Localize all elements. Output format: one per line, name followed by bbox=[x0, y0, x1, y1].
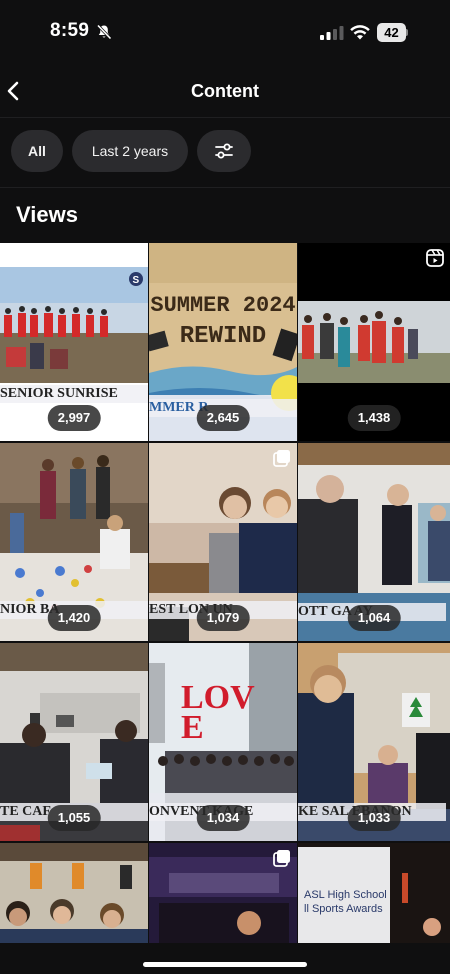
sliders-icon bbox=[215, 143, 233, 159]
view-count-badge: 2,645 bbox=[196, 405, 250, 431]
content-tile[interactable]: TE CAF 1,055 bbox=[0, 643, 148, 841]
filter-all-chip[interactable]: All bbox=[11, 130, 63, 172]
home-indicator[interactable] bbox=[143, 962, 307, 967]
battery-indicator: 42 bbox=[377, 23, 408, 42]
tile-title-line2: REWIND bbox=[179, 323, 267, 350]
filter-bar: All Last 2 years bbox=[0, 118, 450, 188]
tile-text-line2: ll Sports Awards bbox=[304, 903, 383, 915]
carousel-icon bbox=[273, 850, 290, 867]
svg-text:S: S bbox=[133, 275, 140, 286]
tile-caption: SENIOR SUNRISE bbox=[0, 385, 148, 403]
content-tile[interactable]: EST LON UN 1,079 bbox=[149, 443, 297, 641]
content-tile[interactable]: NIOR BA 1,420 bbox=[0, 443, 148, 641]
content-tile[interactable]: S SENIOR SUNRISE 2,997 bbox=[0, 243, 148, 441]
wifi-icon bbox=[350, 25, 370, 40]
view-count-badge: 1,420 bbox=[47, 605, 101, 631]
battery-level: 42 bbox=[377, 23, 406, 42]
tile-title-line1: SUMMER 2024 bbox=[150, 293, 296, 318]
section-title: Views bbox=[16, 202, 78, 227]
content-tile[interactable] bbox=[149, 843, 297, 943]
content-tile[interactable]: 1,438 bbox=[298, 243, 450, 441]
view-count-badge: 1,438 bbox=[347, 405, 401, 431]
content-tile[interactable] bbox=[0, 843, 148, 943]
nav-header: Content bbox=[0, 64, 450, 118]
content-tile[interactable]: OTT GA AY 1,064 bbox=[298, 443, 450, 641]
status-bar: 8:59 42 bbox=[0, 0, 450, 64]
content-tile[interactable]: SUMMER 2024 REWIND MMER R 2,645 bbox=[149, 243, 297, 441]
view-count-badge: 1,033 bbox=[347, 805, 401, 831]
view-count-badge: 1,034 bbox=[196, 805, 250, 831]
tile-thumbnail bbox=[0, 843, 148, 943]
cellular-signal-icon bbox=[320, 26, 344, 40]
content-tile[interactable]: ASL High School ll Sports Awards bbox=[298, 843, 450, 943]
reels-icon bbox=[426, 249, 444, 267]
tile-text-line1: ASL High School bbox=[304, 889, 387, 901]
content-tile[interactable]: KE SAL EBANON 1,033 bbox=[298, 643, 450, 841]
love-sign: LOVE bbox=[181, 679, 255, 746]
battery-nub bbox=[406, 29, 408, 36]
view-count-badge: 1,055 bbox=[47, 805, 101, 831]
view-count-badge: 1,064 bbox=[347, 605, 401, 631]
filter-date-range-chip[interactable]: Last 2 years bbox=[72, 130, 188, 172]
view-count-badge: 2,997 bbox=[47, 405, 101, 431]
page-title: Content bbox=[191, 81, 259, 101]
view-count-badge: 1,079 bbox=[196, 605, 250, 631]
status-time: 8:59 bbox=[50, 20, 90, 41]
filter-settings-button[interactable] bbox=[197, 130, 251, 172]
content-tile[interactable]: LOVE ONVENT KAGE 1,034 bbox=[149, 643, 297, 841]
bell-muted-icon bbox=[96, 24, 112, 40]
carousel-icon bbox=[273, 450, 290, 467]
